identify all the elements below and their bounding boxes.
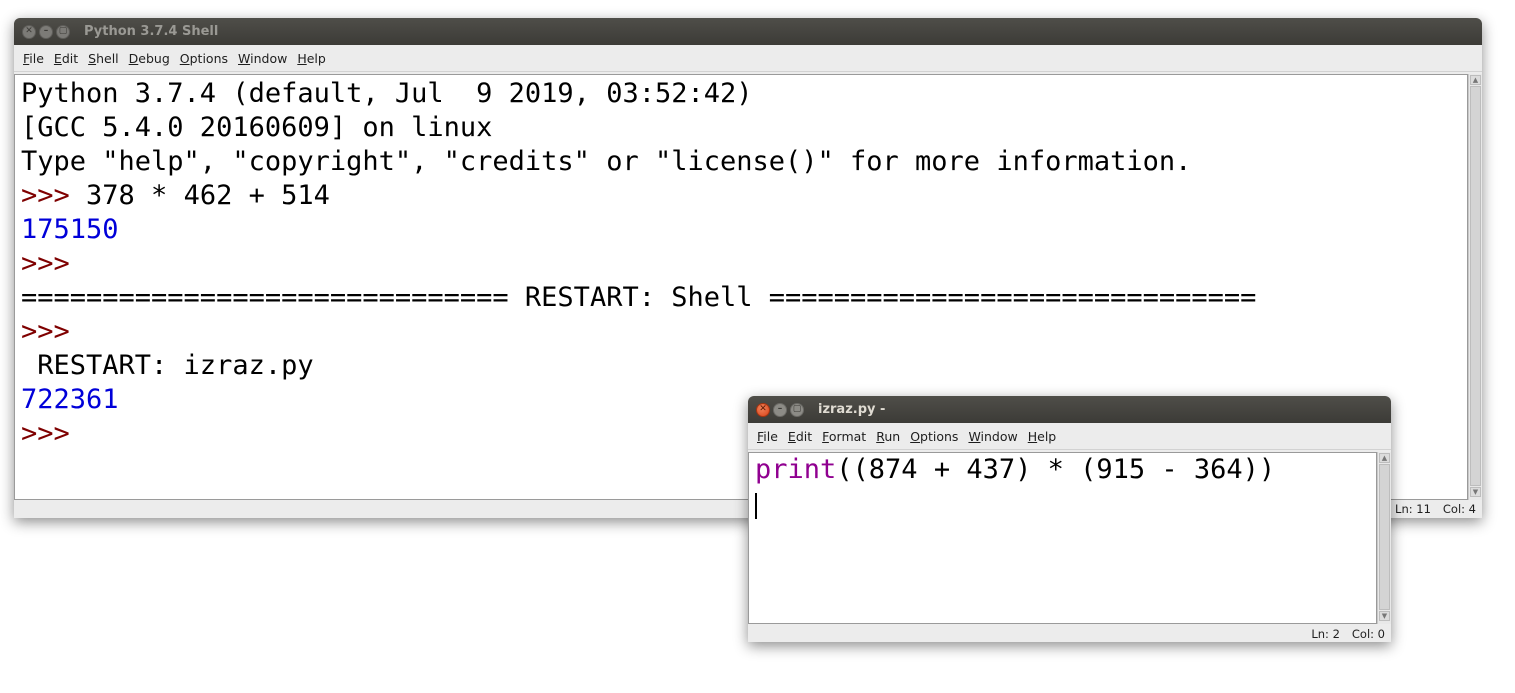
code-expression: ((874 + 437) * (915 - 364)) [836, 454, 1276, 485]
shell-title: Python 3.7.4 Shell [84, 24, 219, 39]
shell-text-line: ============================== RESTART: … [21, 282, 1257, 313]
menu-shell[interactable]: Shell [83, 51, 124, 66]
scroll-down-icon[interactable]: ▼ [1379, 611, 1390, 621]
menu-format[interactable]: Format [817, 429, 871, 444]
editor-window: ✕ – ▢ izraz.py - File Edit Format Run Op… [748, 396, 1391, 642]
shell-text-line: Type "help", "copyright", "credits" or "… [21, 146, 1192, 177]
minimize-icon[interactable]: – [39, 24, 53, 39]
prompt-marker: >>> [21, 316, 87, 347]
editor-column-number: Col: 0 [1351, 627, 1385, 641]
shell-statusbar: Ln: 11 Col: 4 [1395, 502, 1476, 516]
shell-text-line: RESTART: izraz.py [21, 350, 314, 381]
code-line[interactable]: print((874 + 437) * (915 - 364)) [749, 453, 1376, 487]
editor-scrollbar[interactable]: ▲ ▼ [1377, 452, 1391, 624]
shell-text-line: [GCC 5.4.0 20160609] on linux [21, 112, 493, 143]
shell-scrollbar[interactable]: ▲ ▼ [1468, 74, 1482, 500]
editor-menubar: File Edit Format Run Options Window Help [748, 423, 1391, 450]
menu-options[interactable]: Options [175, 51, 233, 66]
shell-prompt-line: >>> [21, 247, 1467, 281]
editor-statusbar: Ln: 2 Col: 0 [1311, 627, 1385, 641]
scroll-thumb[interactable] [1379, 464, 1390, 610]
shell-output[interactable]: Python 3.7.4 (default, Jul 9 2019, 03:52… [15, 75, 1467, 451]
prompt-marker: >>> [21, 180, 87, 211]
editor-text-area[interactable]: print((874 + 437) * (915 - 364)) [748, 452, 1377, 624]
menu-options[interactable]: Options [905, 429, 963, 444]
shell-line-number: Ln: 11 [1395, 502, 1431, 516]
menu-window[interactable]: Window [963, 429, 1022, 444]
shell-prompt-line: >>> [21, 315, 1467, 349]
scroll-thumb[interactable] [1470, 86, 1481, 486]
prompt-marker: >>> [21, 418, 87, 449]
close-icon[interactable]: ✕ [22, 24, 36, 39]
maximize-icon[interactable]: ▢ [56, 24, 70, 39]
menu-help[interactable]: Help [292, 51, 331, 66]
menu-run[interactable]: Run [871, 429, 905, 444]
shell-text-line: Python 3.7.4 (default, Jul 9 2019, 03:52… [21, 78, 753, 109]
prompt-input: 378 * 462 + 514 [86, 180, 330, 211]
scroll-up-icon[interactable]: ▲ [1470, 75, 1481, 85]
shell-column-number: Col: 4 [1442, 502, 1476, 516]
menu-window[interactable]: Window [233, 51, 292, 66]
menu-debug[interactable]: Debug [124, 51, 175, 66]
builtin-print: print [755, 454, 837, 485]
menu-edit[interactable]: Edit [49, 51, 83, 66]
editor-titlebar[interactable]: ✕ – ▢ izraz.py - [748, 396, 1391, 423]
shell-result-line: 175150 [21, 214, 119, 245]
editor-title: izraz.py - [818, 402, 886, 417]
menu-file[interactable]: File [752, 429, 783, 444]
text-cursor [755, 493, 757, 519]
shell-menubar: File Edit Shell Debug Options Window Hel… [14, 45, 1482, 72]
menu-help[interactable]: Help [1023, 429, 1062, 444]
menu-edit[interactable]: Edit [783, 429, 817, 444]
scroll-up-icon[interactable]: ▲ [1379, 453, 1390, 463]
minimize-icon[interactable]: – [773, 402, 787, 417]
maximize-icon[interactable]: ▢ [790, 402, 804, 417]
editor-line-number: Ln: 2 [1311, 627, 1340, 641]
close-icon[interactable]: ✕ [756, 402, 770, 417]
prompt-marker: >>> [21, 248, 87, 279]
shell-titlebar[interactable]: ✕ – ▢ Python 3.7.4 Shell [14, 18, 1482, 45]
menu-file[interactable]: File [18, 51, 49, 66]
shell-prompt-line: >>> 378 * 462 + 514 [21, 179, 1467, 213]
scroll-down-icon[interactable]: ▼ [1470, 487, 1481, 497]
